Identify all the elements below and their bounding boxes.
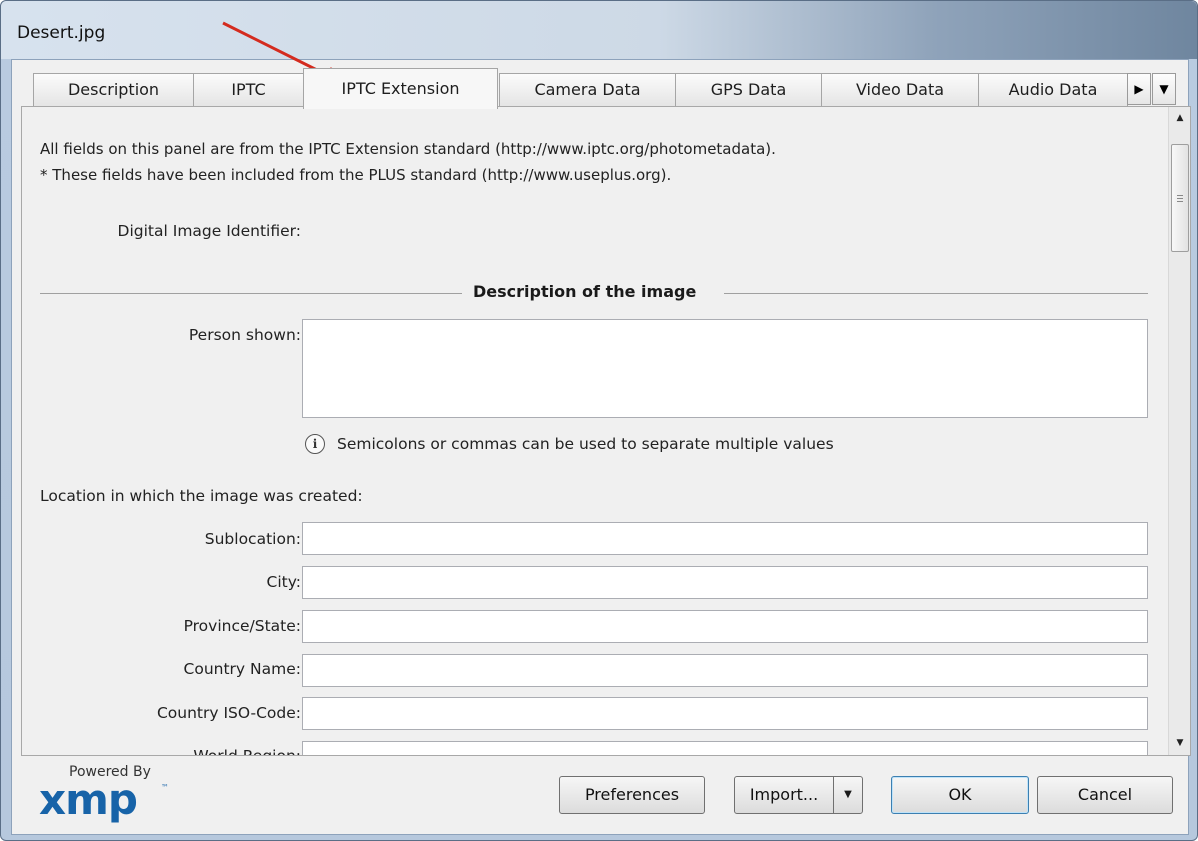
intro-text-1: All fields on this panel are from the IP… xyxy=(40,140,776,158)
world-region-label: World Region: xyxy=(193,747,301,755)
ok-button[interactable]: OK xyxy=(891,776,1029,814)
iptc-extension-panel: All fields on this panel are from the IP… xyxy=(21,106,1191,756)
panel-content: All fields on this panel are from the IP… xyxy=(22,107,1167,755)
import-button[interactable]: Import... xyxy=(734,776,834,814)
person-shown-input[interactable] xyxy=(302,319,1148,418)
scroll-down-icon[interactable]: ▼ xyxy=(1171,734,1189,752)
sublocation-label: Sublocation: xyxy=(204,530,301,548)
sublocation-input[interactable] xyxy=(302,522,1148,555)
city-label: City: xyxy=(266,573,301,591)
person-shown-label: Person shown: xyxy=(188,326,301,344)
preferences-button[interactable]: Preferences xyxy=(559,776,705,814)
section-divider-left xyxy=(40,293,462,294)
country-iso-code-label: Country ISO-Code: xyxy=(156,704,301,722)
section-title: Description of the image xyxy=(473,282,697,301)
country-iso-code-input[interactable] xyxy=(302,697,1148,730)
province-state-label: Province/State: xyxy=(183,617,301,635)
info-icon: i xyxy=(305,434,325,454)
scrollbar-thumb[interactable] xyxy=(1171,144,1189,252)
tab-iptc-extension[interactable]: IPTC Extension xyxy=(303,68,498,109)
multi-value-hint: Semicolons or commas can be used to sepa… xyxy=(337,435,834,453)
import-menu-chevron-down-icon[interactable]: ▼ xyxy=(833,776,863,814)
country-name-label: Country Name: xyxy=(183,660,301,678)
digital-image-identifier-label: Digital Image Identifier: xyxy=(117,222,301,240)
annotation-arrow-icon xyxy=(222,21,343,83)
vertical-scrollbar[interactable]: ▲ ▼ xyxy=(1168,107,1190,755)
cancel-button[interactable]: Cancel xyxy=(1037,776,1173,814)
country-name-input[interactable] xyxy=(302,654,1148,687)
city-input[interactable] xyxy=(302,566,1148,599)
grip-icon xyxy=(1177,195,1183,196)
province-state-input[interactable] xyxy=(302,610,1148,643)
world-region-input[interactable] xyxy=(302,741,1148,755)
scroll-up-icon[interactable]: ▲ xyxy=(1171,109,1189,127)
location-heading: Location in which the image was created: xyxy=(40,487,363,505)
xmp-trademark: ™ xyxy=(161,783,169,792)
xmp-logo: xmp xyxy=(39,775,138,824)
section-divider-right xyxy=(724,293,1148,294)
dialog-window: Desert.jpg Description IPTC IPTC Extensi… xyxy=(0,0,1198,841)
intro-text-2: * These fields have been included from t… xyxy=(40,166,672,184)
